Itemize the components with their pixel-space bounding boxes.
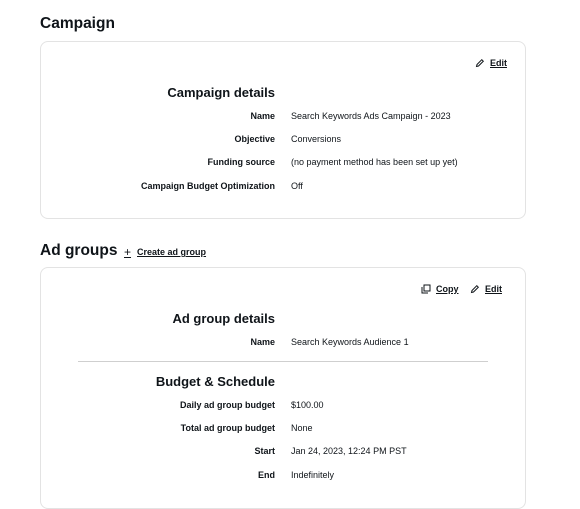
- campaign-section-title: Campaign: [40, 15, 115, 32]
- row-label: Funding source: [207, 157, 276, 167]
- ad-group-edit-button[interactable]: Edit: [470, 284, 502, 294]
- copy-icon: [421, 284, 431, 294]
- row-value: $100.00: [291, 400, 324, 410]
- pencil-icon: [470, 284, 480, 294]
- campaign-edit-button[interactable]: Edit: [475, 58, 507, 68]
- row-label: Start: [254, 446, 275, 456]
- ad-group-row-total-budget: Total ad group budget None: [41, 423, 525, 439]
- campaign-row-budget-optimization: Campaign Budget Optimization Off: [41, 181, 525, 197]
- ad-group-row-daily-budget: Daily ad group budget $100.00: [41, 400, 525, 416]
- row-label: Daily ad group budget: [179, 400, 275, 410]
- campaign-row-name: Name Search Keywords Ads Campaign - 2023: [41, 111, 525, 127]
- ad-group-row-start: Start Jan 24, 2023, 12:24 PM PST: [41, 446, 525, 462]
- row-value: (no payment method has been set up yet): [291, 157, 458, 167]
- create-ad-group-label: Create ad group: [137, 247, 207, 257]
- campaign-edit-label: Edit: [490, 58, 507, 68]
- create-ad-group-link[interactable]: + Create ad group: [124, 246, 206, 258]
- ad-group-edit-label: Edit: [485, 284, 502, 294]
- ad-group-details-heading: Ad group details: [172, 311, 275, 326]
- plus-icon: +: [124, 245, 132, 259]
- row-value: Search Keywords Ads Campaign - 2023: [291, 111, 451, 121]
- campaign-row-funding-source: Funding source (no payment method has be…: [41, 157, 525, 173]
- ad-groups-section-title: Ad groups: [40, 242, 118, 259]
- row-label: Campaign Budget Optimization: [141, 181, 275, 191]
- ad-group-copy-button[interactable]: Copy: [421, 284, 459, 294]
- row-value: Search Keywords Audience 1: [291, 337, 409, 347]
- row-label: Total ad group budget: [180, 423, 275, 433]
- campaign-details-heading: Campaign details: [167, 85, 275, 100]
- ad-group-row-end: End Indefinitely: [41, 470, 525, 486]
- row-label: Objective: [234, 134, 275, 144]
- row-label: Name: [250, 337, 275, 347]
- row-value: None: [291, 423, 313, 433]
- row-label: End: [258, 470, 275, 480]
- copy-label: Copy: [436, 284, 459, 294]
- campaign-row-objective: Objective Conversions: [41, 134, 525, 150]
- row-value: Indefinitely: [291, 470, 335, 480]
- row-label: Name: [250, 111, 275, 121]
- row-value: Off: [291, 181, 303, 191]
- campaign-card: Edit Campaign details Name Search Keywor…: [40, 41, 526, 219]
- ad-group-row-name: Name Search Keywords Audience 1: [41, 337, 525, 353]
- row-value: Conversions: [291, 134, 342, 144]
- row-value: Jan 24, 2023, 12:24 PM PST: [291, 446, 407, 456]
- budget-schedule-heading: Budget & Schedule: [155, 374, 275, 389]
- ad-group-card: Copy Edit Ad group details Name Search K…: [40, 267, 526, 509]
- section-divider: [78, 361, 488, 362]
- pencil-icon: [475, 58, 485, 68]
